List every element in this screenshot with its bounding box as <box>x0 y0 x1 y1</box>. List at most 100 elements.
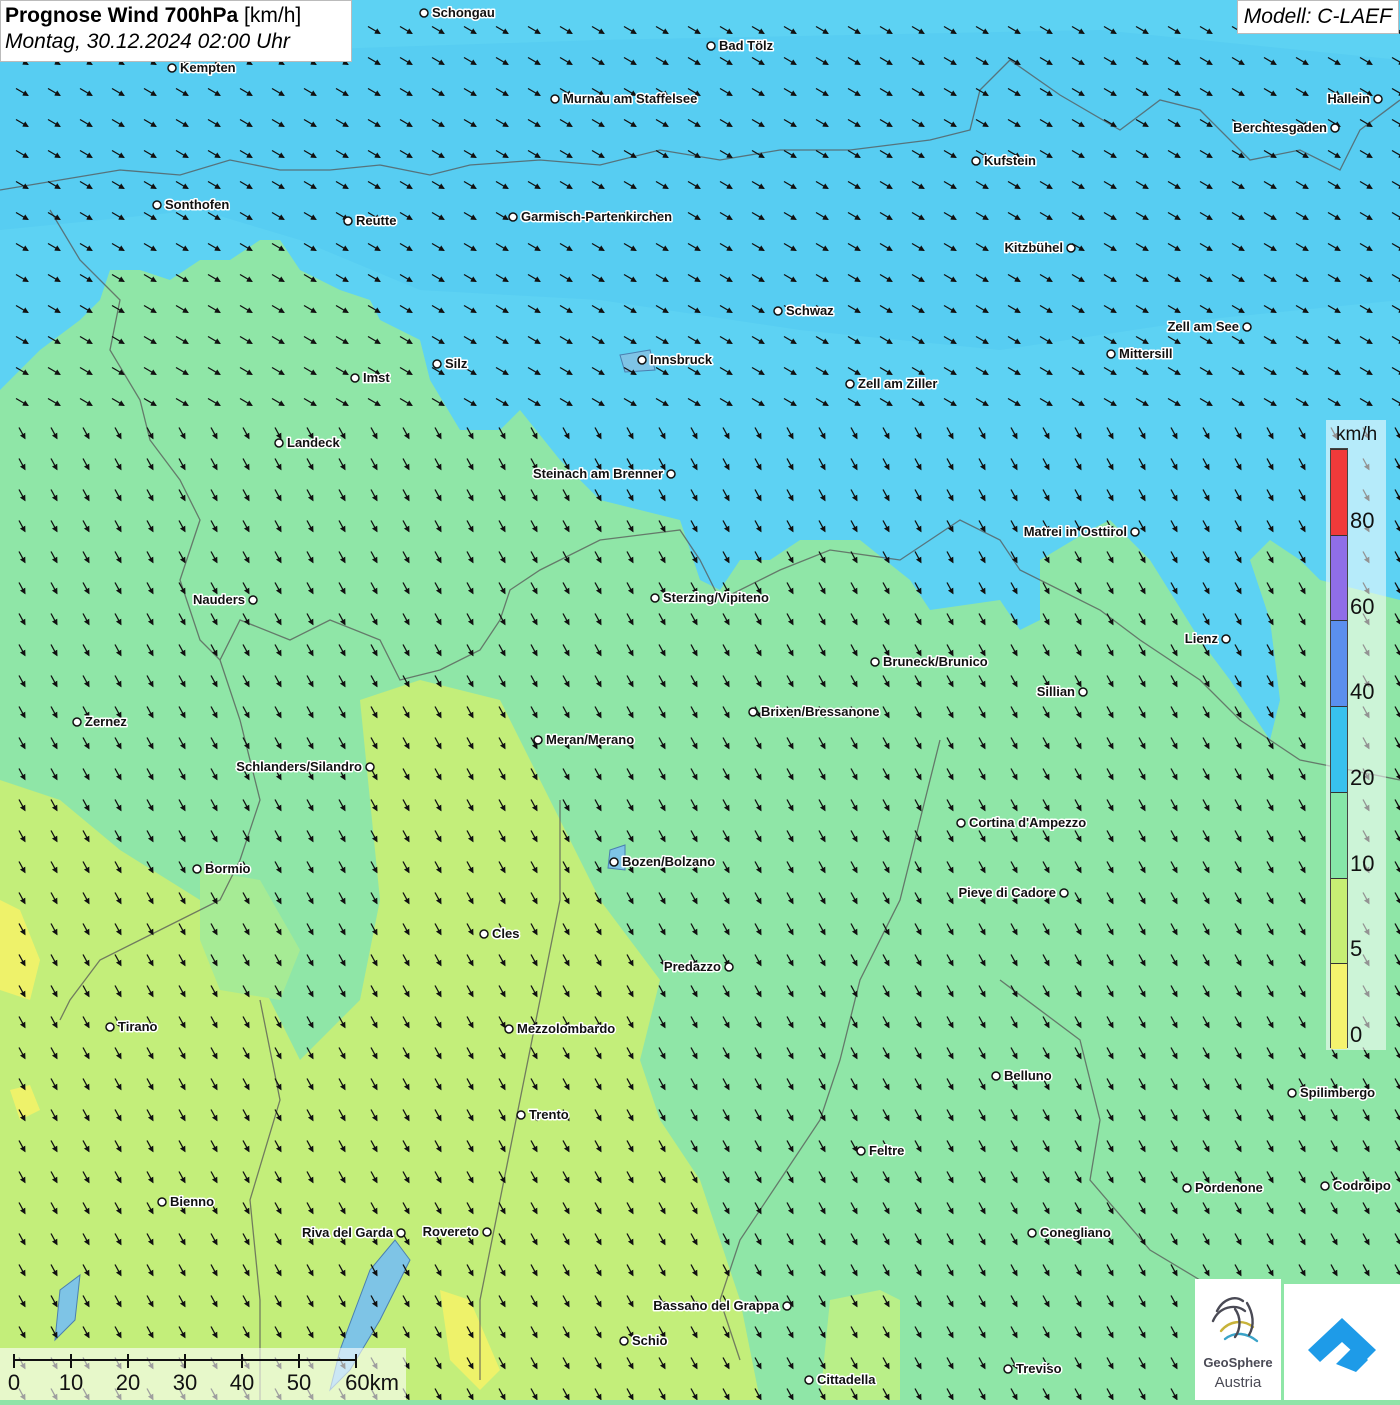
city-marker: Bassano del Grappa <box>652 1297 792 1315</box>
city-label: Sillian <box>1037 684 1075 699</box>
legend-unit: km/h <box>1336 424 1378 445</box>
weather-app-logo <box>1284 1284 1400 1400</box>
city-dot <box>1182 1183 1192 1193</box>
city-label: Schwaz <box>786 303 834 318</box>
city-dot <box>650 593 660 603</box>
scale-label: 60km <box>345 1370 399 1395</box>
city-dot <box>856 1146 866 1156</box>
city-marker: Spilimbergo <box>1287 1084 1377 1102</box>
city-dot <box>504 1024 514 1034</box>
city-dot <box>343 216 353 226</box>
city-marker: Garmisch-Partenkirchen <box>508 208 674 226</box>
city-label: Cles <box>492 926 519 941</box>
city-label: Pordenone <box>1195 1180 1263 1195</box>
legend-segment <box>1331 791 1347 878</box>
city-label: Tirano <box>118 1019 158 1034</box>
city-dot <box>666 469 676 479</box>
legend-segment <box>1331 963 1347 1049</box>
city-label: Hallein <box>1327 91 1370 106</box>
city-label: Silz <box>445 356 468 371</box>
city-marker: Schlanders/Silandro <box>235 758 375 776</box>
city-label: Schio <box>632 1333 667 1348</box>
city-label: Landeck <box>287 435 341 450</box>
geosphere-country: Austria <box>1214 1374 1262 1391</box>
city-marker: Schongau <box>419 4 496 22</box>
legend-label: 60 <box>1350 593 1375 619</box>
city-label: Bormio <box>205 861 251 876</box>
legend-color-bar <box>1330 448 1348 1049</box>
city-label: Conegliano <box>1040 1225 1111 1240</box>
legend-label: 20 <box>1350 765 1375 790</box>
city-label: Kitzbühel <box>1005 240 1064 255</box>
city-dot <box>1066 243 1076 253</box>
city-dot <box>637 355 647 365</box>
city-marker: Berchtesgaden <box>1232 119 1340 137</box>
city-label: Bad Tölz <box>719 38 774 53</box>
city-label: Cortina d'Ampezzo <box>969 815 1086 830</box>
color-legend: km/h 80 60 40 20 10 5 0 <box>1326 420 1386 1050</box>
city-label: Zell am See <box>1167 319 1239 334</box>
city-dot <box>248 595 258 605</box>
city-label: Trento <box>529 1107 569 1122</box>
city-dot <box>609 857 619 867</box>
map-title-box: Prognose Wind 700hPa [km/h] Montag, 30.1… <box>0 0 352 62</box>
legend-segment <box>1331 449 1347 535</box>
city-label: Innsbruck <box>650 352 713 367</box>
city-dot <box>516 1110 526 1120</box>
city-dot <box>619 1336 629 1346</box>
city-marker: Conegliano <box>1027 1224 1112 1242</box>
city-marker: Zell am Ziller <box>845 375 939 393</box>
city-label: Sterzing/Vipiteno <box>663 590 769 605</box>
scale-label: 0 <box>7 1370 21 1395</box>
scale-label: 20 <box>115 1370 141 1395</box>
city-label: Bienno <box>170 1194 214 1209</box>
geosphere-name: GeoSphere <box>1203 1355 1273 1370</box>
city-label: Spilimbergo <box>1300 1085 1375 1100</box>
city-dot <box>748 707 758 717</box>
city-dot <box>1078 687 1088 697</box>
city-label: Steinach am Brenner <box>533 466 663 481</box>
city-dot <box>1373 94 1383 104</box>
city-dot <box>479 929 489 939</box>
city-marker: Mezzolombardo <box>504 1020 617 1038</box>
city-dot <box>167 63 177 73</box>
city-dot <box>706 41 716 51</box>
city-dot <box>482 1227 492 1237</box>
city-marker: Bozen/Bolzano <box>609 853 717 871</box>
city-label: Nauders <box>193 592 245 607</box>
city-marker: Cortina d'Ampezzo <box>956 814 1088 832</box>
city-dot <box>350 373 360 383</box>
legend-label: 5 <box>1350 936 1363 962</box>
city-dot <box>72 717 82 727</box>
city-dot <box>773 306 783 316</box>
city-dot <box>956 818 966 828</box>
city-dot <box>1027 1228 1037 1238</box>
legend-segment <box>1331 534 1347 621</box>
geosphere-logo: GeoSphere Austria <box>1195 1279 1281 1400</box>
city-label: Matrei in Osttirol <box>1024 524 1127 539</box>
city-dot <box>396 1228 406 1238</box>
city-label: Schlanders/Silandro <box>236 759 362 774</box>
city-dot <box>845 379 855 389</box>
city-label: Zell am Ziller <box>858 376 937 391</box>
city-marker: Matrei in Osttirol <box>1022 523 1140 541</box>
city-label: Mittersill <box>1119 346 1172 361</box>
legend-segment <box>1331 706 1347 792</box>
scale-label: 40 <box>229 1370 255 1395</box>
city-label: Bassano del Grappa <box>653 1298 779 1313</box>
city-marker: Murnau am Staffelsee <box>550 90 699 108</box>
city-label: Bruneck/Brunico <box>883 654 988 669</box>
city-label: Treviso <box>1016 1361 1062 1376</box>
city-dot <box>432 359 442 369</box>
city-dot <box>1221 634 1231 644</box>
city-label: Belluno <box>1004 1068 1052 1083</box>
city-dot <box>105 1022 115 1032</box>
city-marker: Pordenone <box>1182 1179 1264 1197</box>
city-dot <box>991 1071 1001 1081</box>
city-dot <box>365 762 375 772</box>
legend-label: 10 <box>1350 850 1375 876</box>
city-dot <box>152 200 162 210</box>
city-dot <box>550 94 560 104</box>
city-dot <box>1320 1181 1330 1191</box>
city-label: Riva del Garda <box>302 1225 394 1240</box>
